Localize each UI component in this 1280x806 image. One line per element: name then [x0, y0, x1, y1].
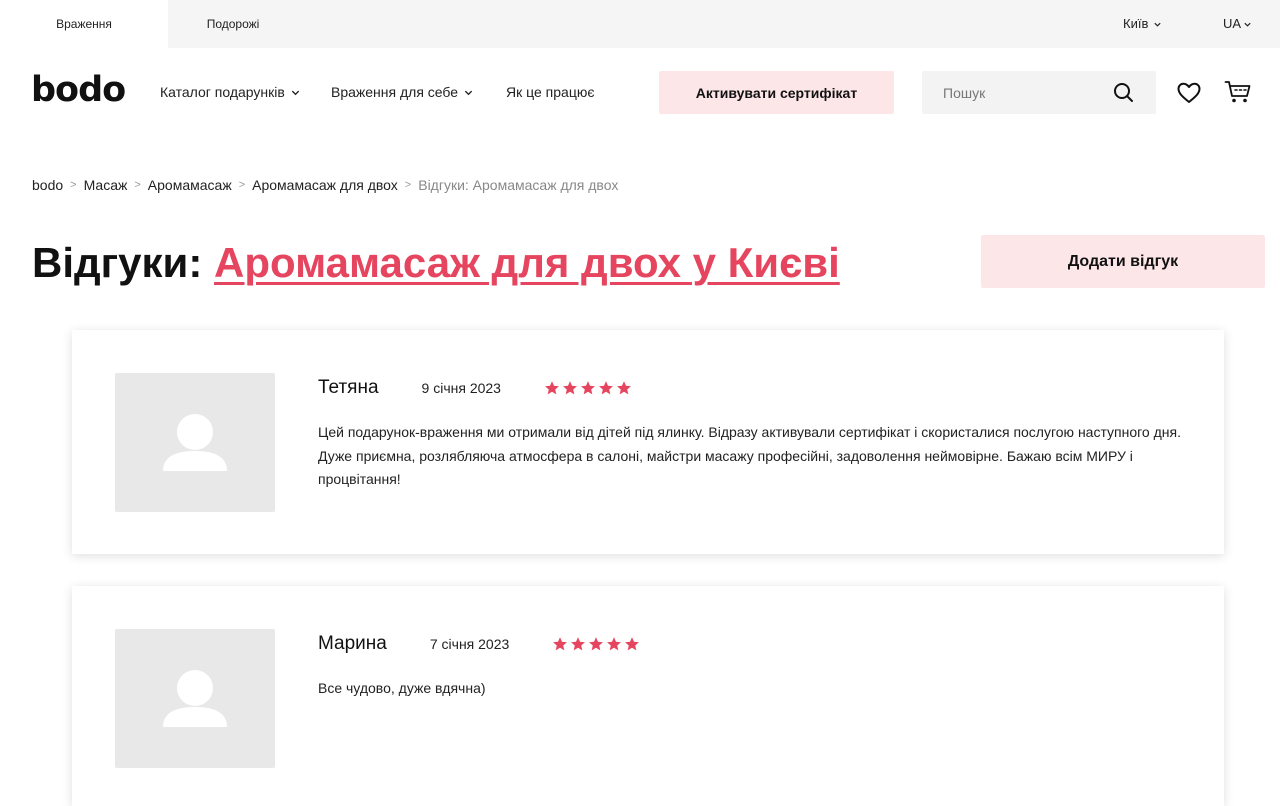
- language-label: UA: [1223, 16, 1242, 31]
- cart-icon[interactable]: [1224, 79, 1252, 105]
- review-text: Все чудово, дуже вдячна): [318, 680, 486, 696]
- chevron-down-icon: [1244, 22, 1251, 27]
- avatar: [115, 373, 275, 512]
- breadcrumb-item[interactable]: Аромамасаж для двох: [252, 177, 398, 193]
- breadcrumb-item[interactable]: bodo: [32, 177, 63, 193]
- review-text: Цей подарунок-враження ми отримали від д…: [318, 424, 1181, 487]
- star-icon: [571, 637, 586, 651]
- star-icon: [617, 381, 631, 395]
- star-icon: [553, 637, 568, 651]
- heart-icon[interactable]: [1176, 81, 1202, 105]
- activate-certificate-button[interactable]: Активувати сертифікат: [659, 71, 894, 114]
- breadcrumb-separator: >: [134, 179, 141, 191]
- chevron-down-icon: [464, 90, 473, 95]
- tab-travel[interactable]: Подорожі: [168, 0, 298, 48]
- title-prefix: Відгуки:: [32, 239, 203, 286]
- city-selector[interactable]: Київ: [1123, 0, 1162, 48]
- star-icon: [625, 637, 640, 651]
- main-header: bodo Каталог подарунків Враження для себ…: [0, 48, 1280, 138]
- review-header: Марина 7 січня 2023: [318, 633, 640, 655]
- star-icon: [589, 637, 604, 651]
- tab-experiences[interactable]: Враження: [0, 0, 168, 48]
- nav-how-it-works[interactable]: Як це працює: [506, 84, 594, 100]
- top-strip: Враження Подорожі Київ UA: [0, 0, 1280, 48]
- nav-gift-catalog[interactable]: Каталог подарунків: [160, 84, 300, 100]
- reviewer-name: Марина: [318, 633, 387, 654]
- star-icon: [581, 381, 595, 395]
- star-icon: [545, 381, 559, 395]
- page-title: Відгуки: Аромамасаж для двох у Києві: [32, 238, 840, 288]
- rating-stars: [552, 636, 640, 652]
- review-date: 9 січня 2023: [421, 380, 501, 396]
- review-card: Тетяна 9 січня 2023 Цей подарунок-вражен…: [72, 330, 1224, 554]
- reviewer-name: Тетяна: [318, 377, 379, 398]
- review-header: Тетяна 9 січня 2023: [318, 377, 632, 399]
- logo[interactable]: bodo: [31, 70, 126, 110]
- breadcrumb-separator: >: [238, 179, 246, 191]
- star-icon: [563, 381, 577, 395]
- star-icon: [607, 637, 622, 651]
- search-input[interactable]: [922, 71, 1102, 114]
- nav-label: Враження для себе: [331, 84, 459, 100]
- language-selector[interactable]: UA: [1223, 0, 1252, 48]
- user-icon: [163, 414, 227, 471]
- breadcrumb: bodo > Масаж > Аромамасаж > Аромамасаж д…: [32, 177, 618, 193]
- breadcrumb-separator: >: [70, 179, 77, 191]
- user-icon: [163, 670, 227, 727]
- breadcrumb-current: Відгуки: Аромамасаж для двох: [418, 177, 619, 193]
- city-label: Київ: [1123, 16, 1149, 31]
- review-date: 7 січня 2023: [429, 636, 510, 652]
- rating-stars: [544, 380, 632, 396]
- breadcrumb-item[interactable]: Масаж: [84, 177, 128, 193]
- star-icon: [599, 381, 613, 395]
- nav-label: Як це працює: [506, 84, 595, 100]
- search-box: [922, 71, 1156, 114]
- avatar: [115, 629, 275, 768]
- title-product-link[interactable]: Аромамасаж для двох у Києві: [214, 239, 840, 286]
- chevron-down-icon: [291, 90, 299, 95]
- nav-label: Каталог подарунків: [160, 84, 285, 100]
- breadcrumb-separator: >: [404, 179, 412, 191]
- nav-experiences-for-self[interactable]: Враження для себе: [331, 84, 473, 100]
- search-icon[interactable]: [1112, 81, 1136, 105]
- breadcrumb-item[interactable]: Аромамасаж: [148, 177, 232, 193]
- chevron-down-icon: [1154, 22, 1161, 27]
- review-card: Марина 7 січня 2023 Все чудово, дуже вдя…: [72, 586, 1224, 806]
- add-review-button[interactable]: Додати відгук: [981, 235, 1265, 288]
